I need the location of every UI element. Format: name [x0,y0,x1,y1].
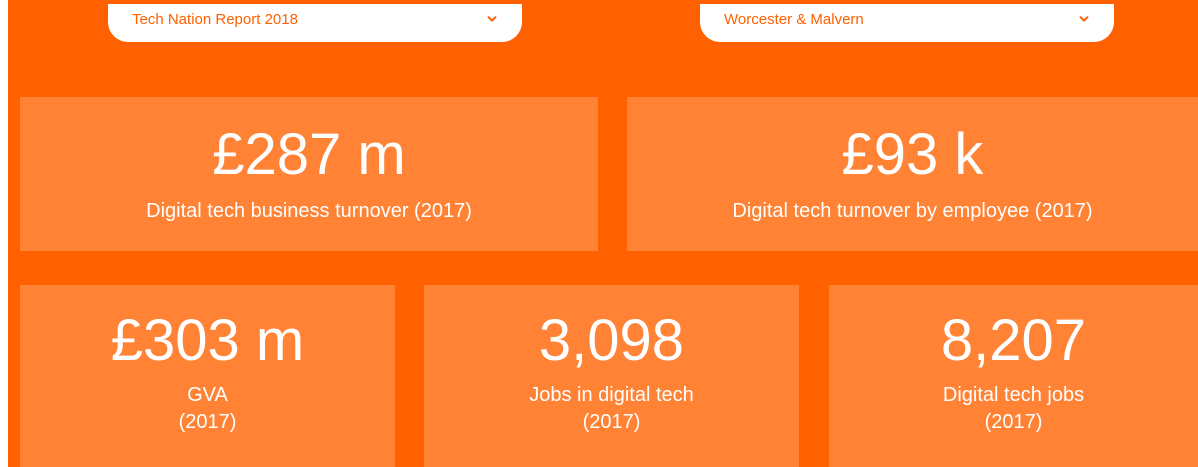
region-select-value: Worcester & Malvern [724,10,864,28]
stat-value: £303 m [110,308,305,373]
stat-card-digital-tech-jobs: 8,207 Digital tech jobs (2017) [829,285,1198,467]
report-select[interactable]: Tech Nation Report 2018 [108,4,522,42]
stat-label: Digital tech jobs (2017) [942,384,1085,433]
region-select[interactable]: Worcester & Malvern [700,4,1114,42]
stat-value: £287 m [212,121,406,187]
chevron-down-icon[interactable] [486,13,498,25]
chevron-down-icon[interactable] [1078,13,1090,25]
stat-card-turnover: £287 m Digital tech business turnover (2… [20,97,598,251]
page: Tech Nation Report 2018 Worcester & Malv… [0,0,1198,467]
stat-label: GVA (2017) [178,384,237,433]
stat-label: Digital tech business turnover (2017) [146,199,472,222]
stat-value: £93 k [841,121,984,187]
stat-value: 3,098 [538,308,685,373]
stat-label: Digital tech turnover by employee (2017) [732,199,1093,222]
stat-value: 8,207 [940,308,1087,373]
stat-card-jobs-in-digital-tech: 3,098 Jobs in digital tech (2017) [424,285,799,467]
report-select-value: Tech Nation Report 2018 [132,10,298,28]
stat-label: Jobs in digital tech (2017) [529,384,694,433]
stat-card-turnover-per-employee: £93 k Digital tech turnover by employee … [627,97,1198,251]
stat-card-gva: £303 m GVA (2017) [20,285,395,467]
